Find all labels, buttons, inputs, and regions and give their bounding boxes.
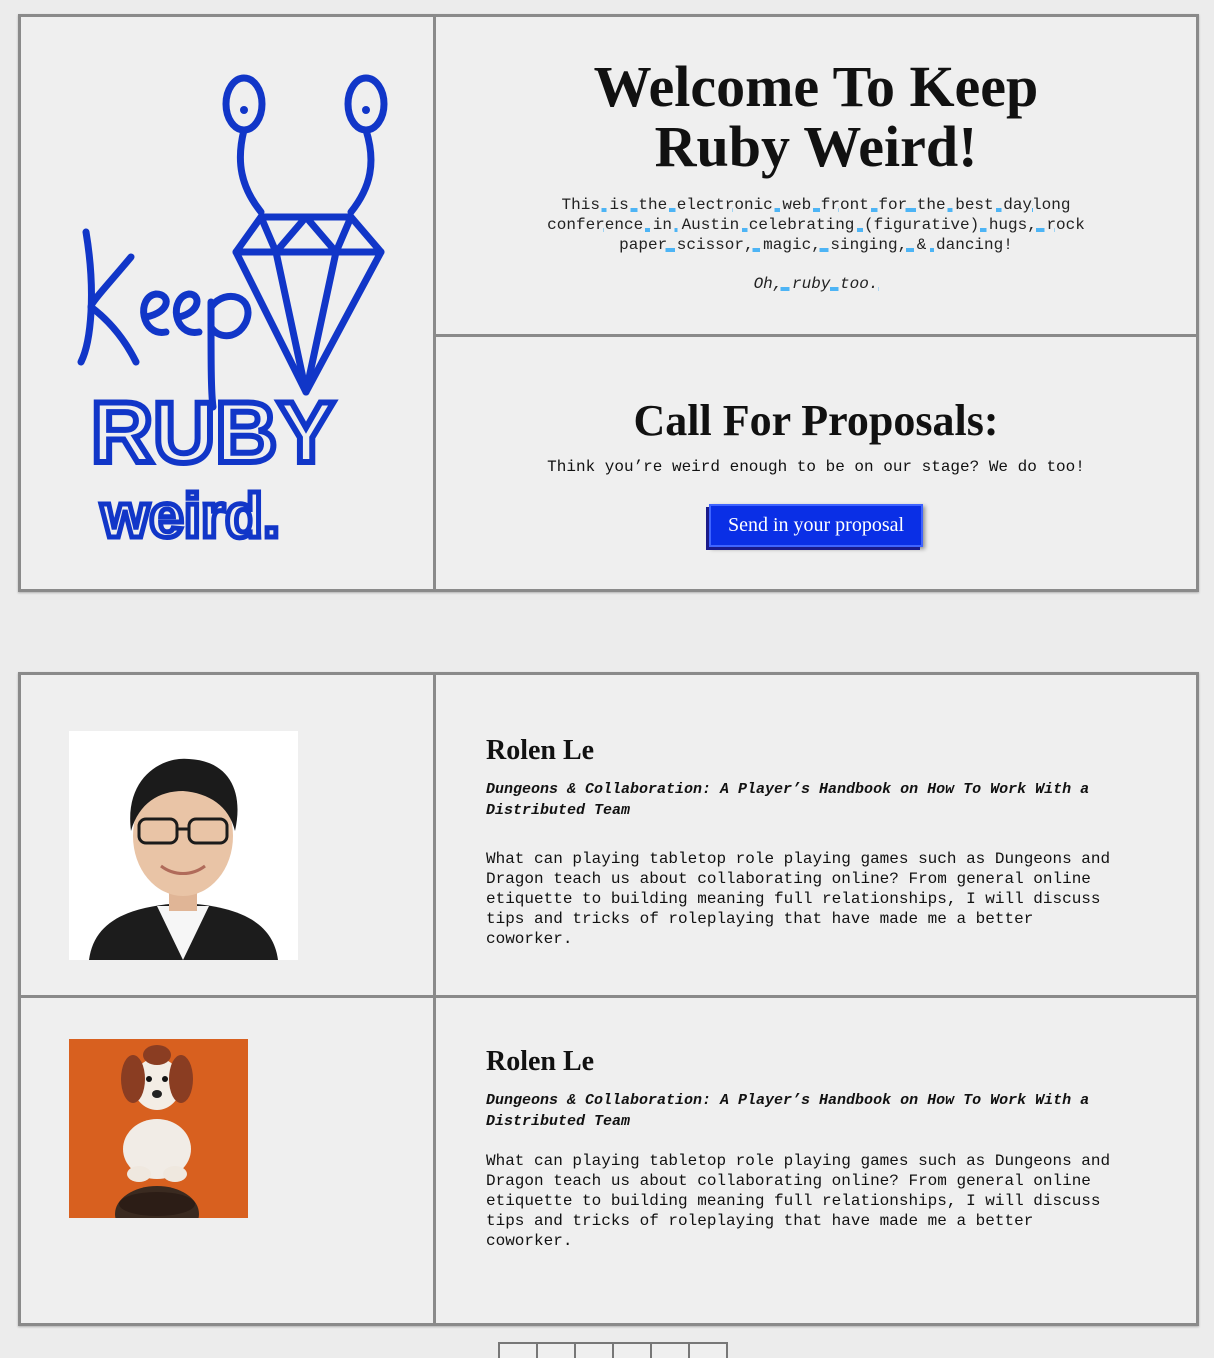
welcome-description: This is the electronic web front for the… (547, 196, 1085, 254)
talk-body: Rolen Le Dungeons & Collaboration: A Pla… (486, 1046, 1126, 1251)
talks-panel: Rolen Le Dungeons & Collaboration: A Pla… (18, 672, 1199, 1326)
call-for-proposals-section: Call For Proposals: Think you’re weird e… (436, 337, 1196, 589)
grid-cell (574, 1342, 614, 1358)
talk-title: Dungeons & Collaboration: A Player’s Han… (486, 781, 1090, 819)
cfp-text: Think you’re weird enough to be on our s… (547, 458, 1085, 476)
welcome-tagline: Oh, ruby too. (753, 275, 879, 293)
logo: RUBY weird. (21, 17, 433, 589)
grid-partial (498, 1342, 728, 1358)
talk-description: What can playing tabletop role playing g… (486, 1152, 1111, 1250)
grid-cell (612, 1342, 652, 1358)
talk-title: Dungeons & Collaboration: A Player’s Han… (486, 1092, 1090, 1130)
welcome-section: Welcome To Keep Ruby Weird! This is the … (436, 17, 1196, 334)
talk-description: What can playing tabletop role playing g… (486, 850, 1111, 948)
talk-body: Rolen Le Dungeons & Collaboration: A Pla… (486, 735, 1126, 949)
grid-cell (688, 1342, 728, 1358)
grid-cell (498, 1342, 538, 1358)
svg-text:weird.: weird. (100, 482, 280, 542)
speaker-name: Rolen Le (486, 735, 595, 766)
speaker-name: Rolen Le (486, 1046, 595, 1077)
talk-item: Rolen Le Dungeons & Collaboration: A Pla… (21, 675, 1196, 995)
keep-ruby-weird-logo: RUBY weird. (77, 74, 388, 542)
grid-cell (536, 1342, 576, 1358)
speaker-photo (69, 731, 298, 960)
hero-panel: RUBY weird. Welcome To Keep Ruby Weird! … (18, 14, 1199, 592)
svg-text:RUBY: RUBY (91, 385, 335, 481)
talk-item: Rolen Le Dungeons & Collaboration: A Pla… (21, 998, 1196, 1323)
speaker-photo (69, 1039, 248, 1218)
cfp-title: Call For Proposals: (633, 396, 999, 445)
page-title: Welcome To Keep Ruby Weird! (593, 54, 1039, 179)
send-proposal-button[interactable]: Send in your proposal (708, 504, 924, 547)
grid-cell (650, 1342, 690, 1358)
